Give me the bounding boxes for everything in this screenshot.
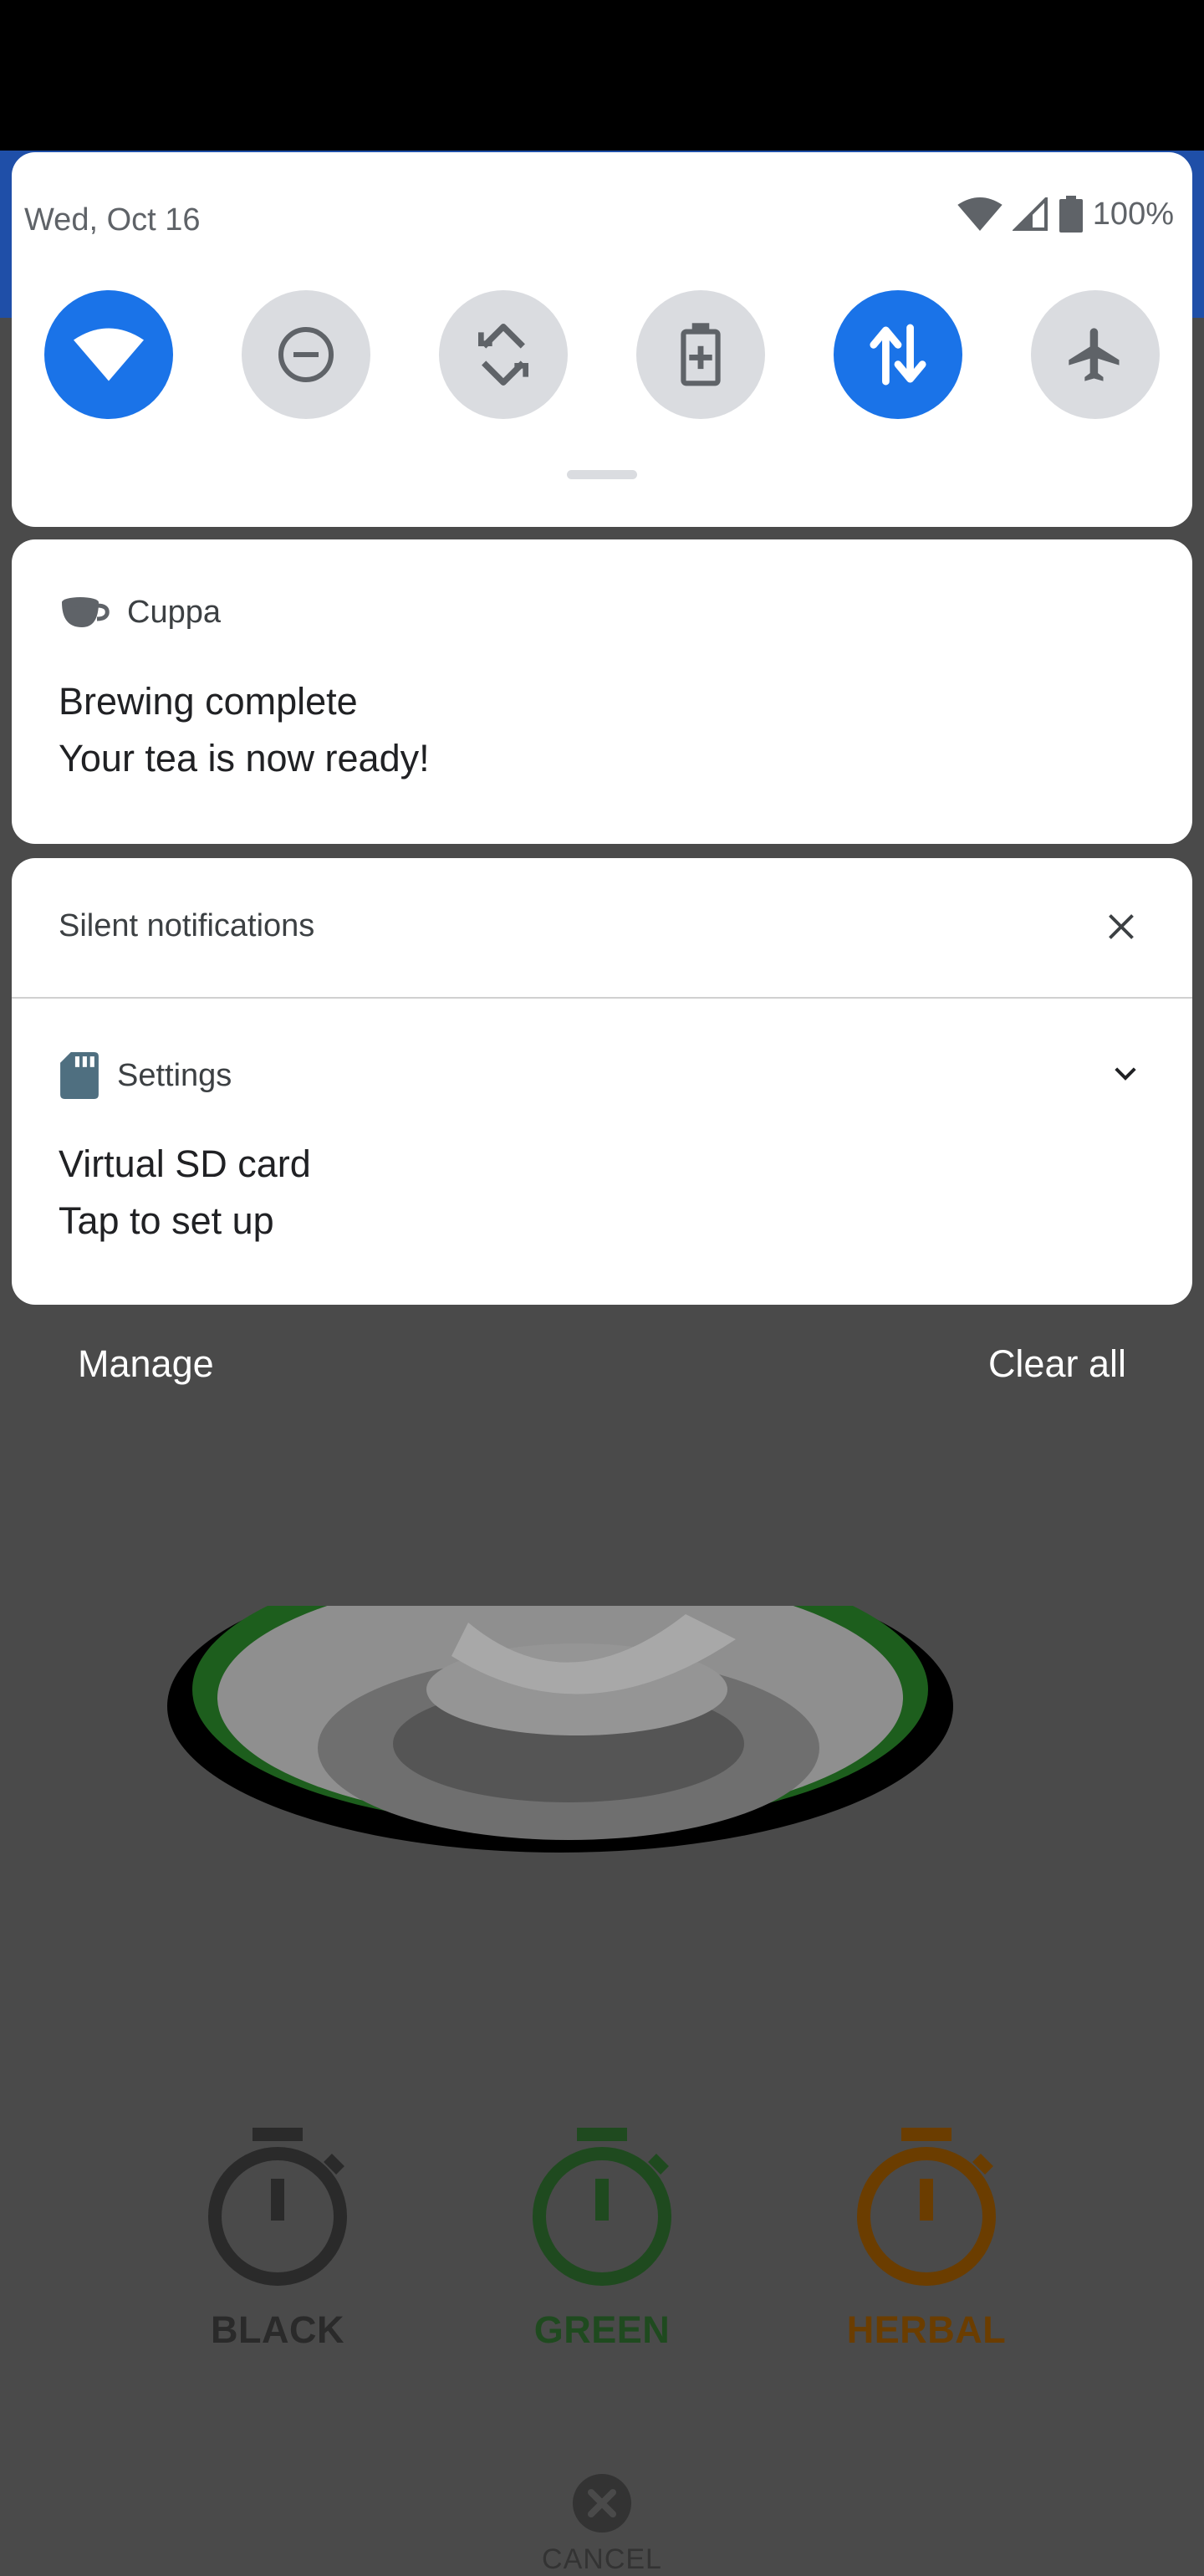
signal-icon [1012,197,1048,231]
expand-button[interactable] [1109,1057,1142,1091]
drag-handle[interactable] [567,470,637,479]
section-header: Silent notifications [59,908,315,943]
silent-notifications-section: Silent notifications Settings Virtual SD… [12,858,1192,1305]
notification-app-name: Cuppa [127,594,221,630]
tile-do-not-disturb[interactable] [242,290,370,419]
stopwatch-icon [533,2128,671,2286]
tile-auto-rotate[interactable] [439,290,568,419]
timer-label: HERBAL [846,2308,1007,2351]
tea-cup-illustration [167,1606,953,1853]
close-icon [1109,914,1134,939]
stopwatch-icon [208,2128,347,2286]
airplane-icon [1069,328,1120,381]
wifi-icon [957,197,1002,231]
timer-label: GREEN [533,2308,671,2351]
battery-plus-icon [681,323,721,386]
close-circle-icon [573,2474,631,2533]
timer-label: BLACK [211,2308,344,2351]
cancel-label: CANCEL [542,2543,662,2575]
notification-title: Virtual SD card [59,1142,311,1185]
notification-cuppa[interactable]: Cuppa Brewing complete Your tea is now r… [12,539,1192,844]
top-black-bar [0,0,1204,151]
timer-black[interactable]: BLACK [177,2124,378,2352]
notification-header: Settings [59,1052,232,1099]
divider [12,997,1192,999]
sd-card-icon [60,1052,99,1099]
tile-mobile-data[interactable] [834,290,962,419]
minus-circle-icon [278,327,334,382]
wifi-icon [74,328,144,381]
notification-title: Brewing complete [59,680,358,723]
manage-button[interactable]: Manage [78,1342,214,1386]
data-arrows-icon [870,324,926,386]
date-text: Wed, Oct 16 [24,202,201,238]
notification-text: Tap to set up [59,1199,274,1242]
tile-battery-saver[interactable] [636,290,765,419]
tea-cup-icon [62,597,110,627]
tile-wifi[interactable] [44,290,173,419]
dismiss-silent-button[interactable] [1100,906,1142,948]
cancel-button[interactable]: CANCEL [535,2474,669,2576]
quick-settings-panel: Wed, Oct 16 100% [12,152,1192,527]
clear-all-button[interactable]: Clear all [988,1342,1126,1386]
timer-green[interactable]: GREEN [502,2124,702,2352]
battery-icon [1059,196,1083,233]
notification-app-name: Settings [117,1057,232,1093]
timer-herbal[interactable]: HERBAL [826,2124,1027,2352]
chevron-down-icon [1115,1067,1136,1081]
notification-text: Your tea is now ready! [59,737,430,779]
stopwatch-icon [857,2128,996,2286]
tile-airplane-mode[interactable] [1031,290,1160,419]
status-icons: 100% [957,196,1174,233]
rotate-icon [478,324,528,386]
battery-percentage: 100% [1092,196,1174,232]
notification-header: Cuppa [59,594,221,631]
